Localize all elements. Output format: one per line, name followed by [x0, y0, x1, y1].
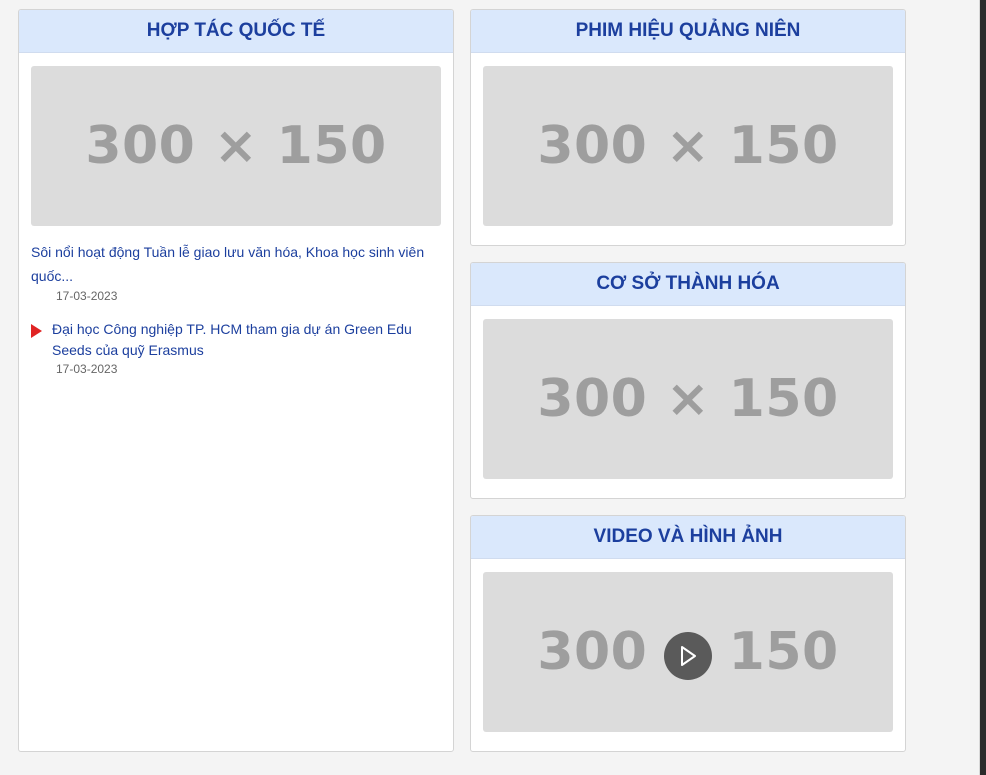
image-placeholder-text: 300 × 150: [85, 116, 387, 176]
panel-video: VIDEO VÀ HÌNH ẢNH 300 × 150: [470, 515, 906, 752]
image-placeholder-text: 300 × 150: [537, 116, 839, 176]
panel-title: PHIM HIỆU QUẢNG NIÊN: [471, 10, 905, 53]
news-item: Đại học Công nghiệp TP. HCM tham gia dự …: [31, 319, 441, 377]
news-list: Sôi nổi hoạt động Tuần lễ giao lưu văn h…: [31, 240, 441, 377]
image-placeholder[interactable]: 300 × 150: [483, 66, 893, 226]
panel-title: VIDEO VÀ HÌNH ẢNH: [471, 516, 905, 559]
news-link[interactable]: Đại học Công nghiệp TP. HCM tham gia dự …: [52, 319, 441, 361]
panel-title: HỢP TÁC QUỐC TẾ: [19, 10, 453, 53]
play-icon: [681, 646, 696, 666]
panel-co-so: CƠ SỞ THÀNH HÓA 300 × 150: [470, 262, 906, 499]
news-link[interactable]: Sôi nổi hoạt động Tuần lễ giao lưu văn h…: [31, 240, 441, 288]
image-placeholder[interactable]: 300 × 150: [483, 319, 893, 479]
image-placeholder[interactable]: 300 × 150: [31, 66, 441, 226]
scrollbar[interactable]: [980, 0, 986, 775]
panel-phim-hieu: PHIM HIỆU QUẢNG NIÊN 300 × 150: [470, 9, 906, 246]
play-button[interactable]: [664, 632, 712, 680]
panel-hop-tac-quoc-te: HỢP TÁC QUỐC TẾ 300 × 150 Sôi nổi hoạt đ…: [18, 9, 454, 752]
news-date: 17-03-2023: [56, 362, 118, 376]
panel-title: CƠ SỞ THÀNH HÓA: [471, 263, 905, 306]
video-placeholder[interactable]: 300 × 150: [483, 572, 893, 732]
image-placeholder-text: 300 × 150: [537, 369, 839, 429]
news-item: Sôi nổi hoạt động Tuần lễ giao lưu văn h…: [31, 240, 441, 304]
triangle-right-icon: [31, 324, 42, 338]
news-date: 17-03-2023: [56, 289, 118, 303]
